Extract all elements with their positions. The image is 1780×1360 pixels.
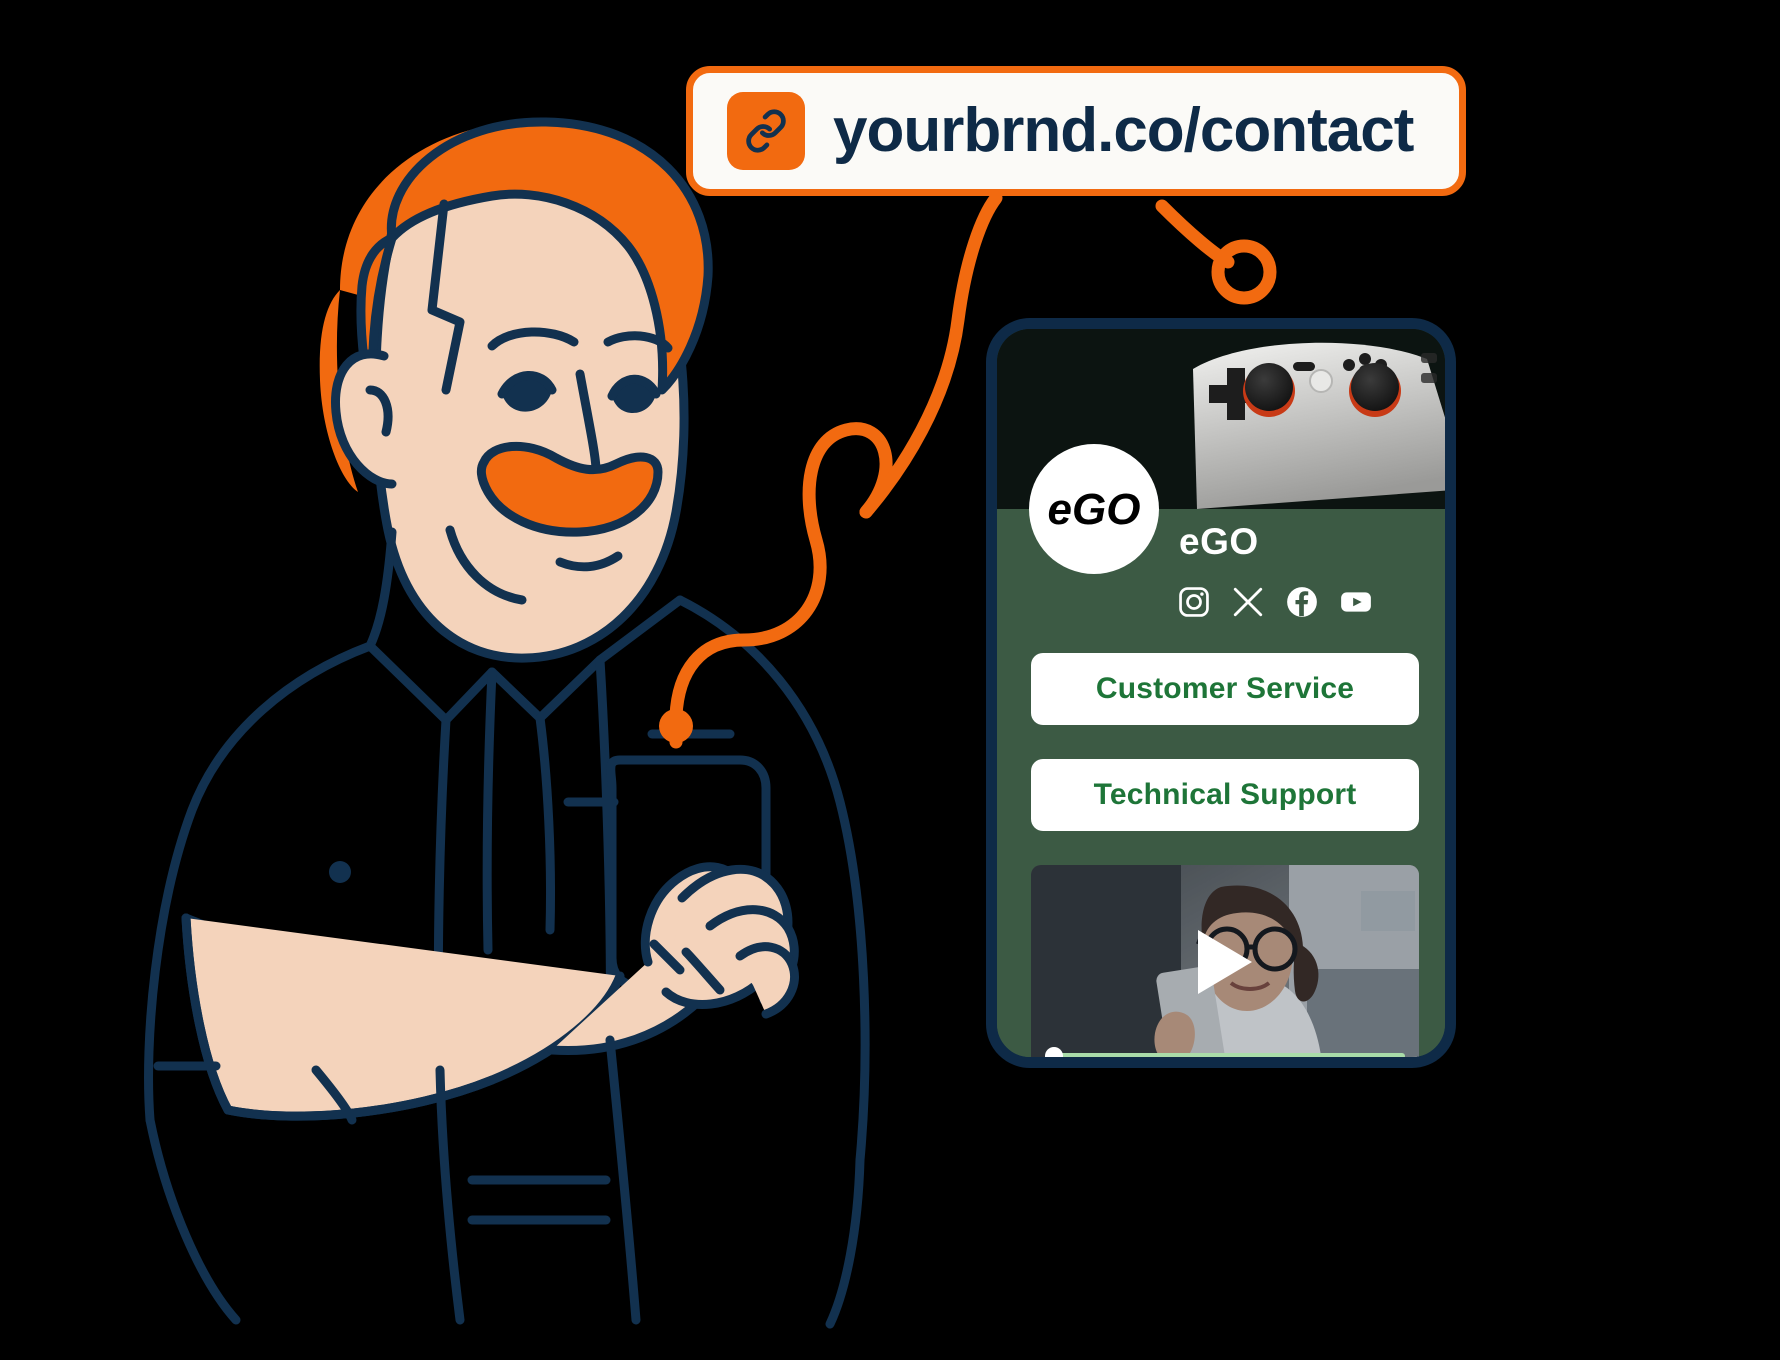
url-pill[interactable]: yourbrnd.co/contact <box>686 66 1466 196</box>
link-icon <box>727 92 805 170</box>
avatar: eGO <box>1029 444 1159 574</box>
video-card[interactable] <box>1031 865 1419 1057</box>
url-text: yourbrnd.co/contact <box>833 96 1414 165</box>
phone-mockup: eGO eGO Customer Service Technical Suppo… <box>986 318 1456 1068</box>
social-icon-row <box>1177 585 1373 619</box>
youtube-icon[interactable] <box>1339 585 1373 619</box>
profile-section: eGO eGO Customer Service Technical Suppo… <box>997 444 1445 1057</box>
x-icon[interactable] <box>1231 585 1265 619</box>
facebook-icon[interactable] <box>1285 585 1319 619</box>
brand-display-name: eGO <box>1179 521 1259 562</box>
link-button-technical-support[interactable]: Technical Support <box>1031 759 1419 831</box>
play-triangle-icon[interactable] <box>1198 929 1252 994</box>
video-progress-track[interactable] <box>1045 1047 1405 1057</box>
promo-illustration-canvas: yourbrnd.co/contact eGO eGO Customer Ser… <box>0 0 1780 1360</box>
man-holding-phone-illustration <box>144 117 870 1329</box>
link-button-customer-service[interactable]: Customer Service <box>1031 653 1419 725</box>
instagram-icon[interactable] <box>1177 585 1211 619</box>
avatar-logo-text: eGO <box>1048 485 1141 534</box>
video-progress-knob[interactable] <box>1045 1047 1063 1057</box>
connector-ring-endpoint <box>1211 239 1277 305</box>
